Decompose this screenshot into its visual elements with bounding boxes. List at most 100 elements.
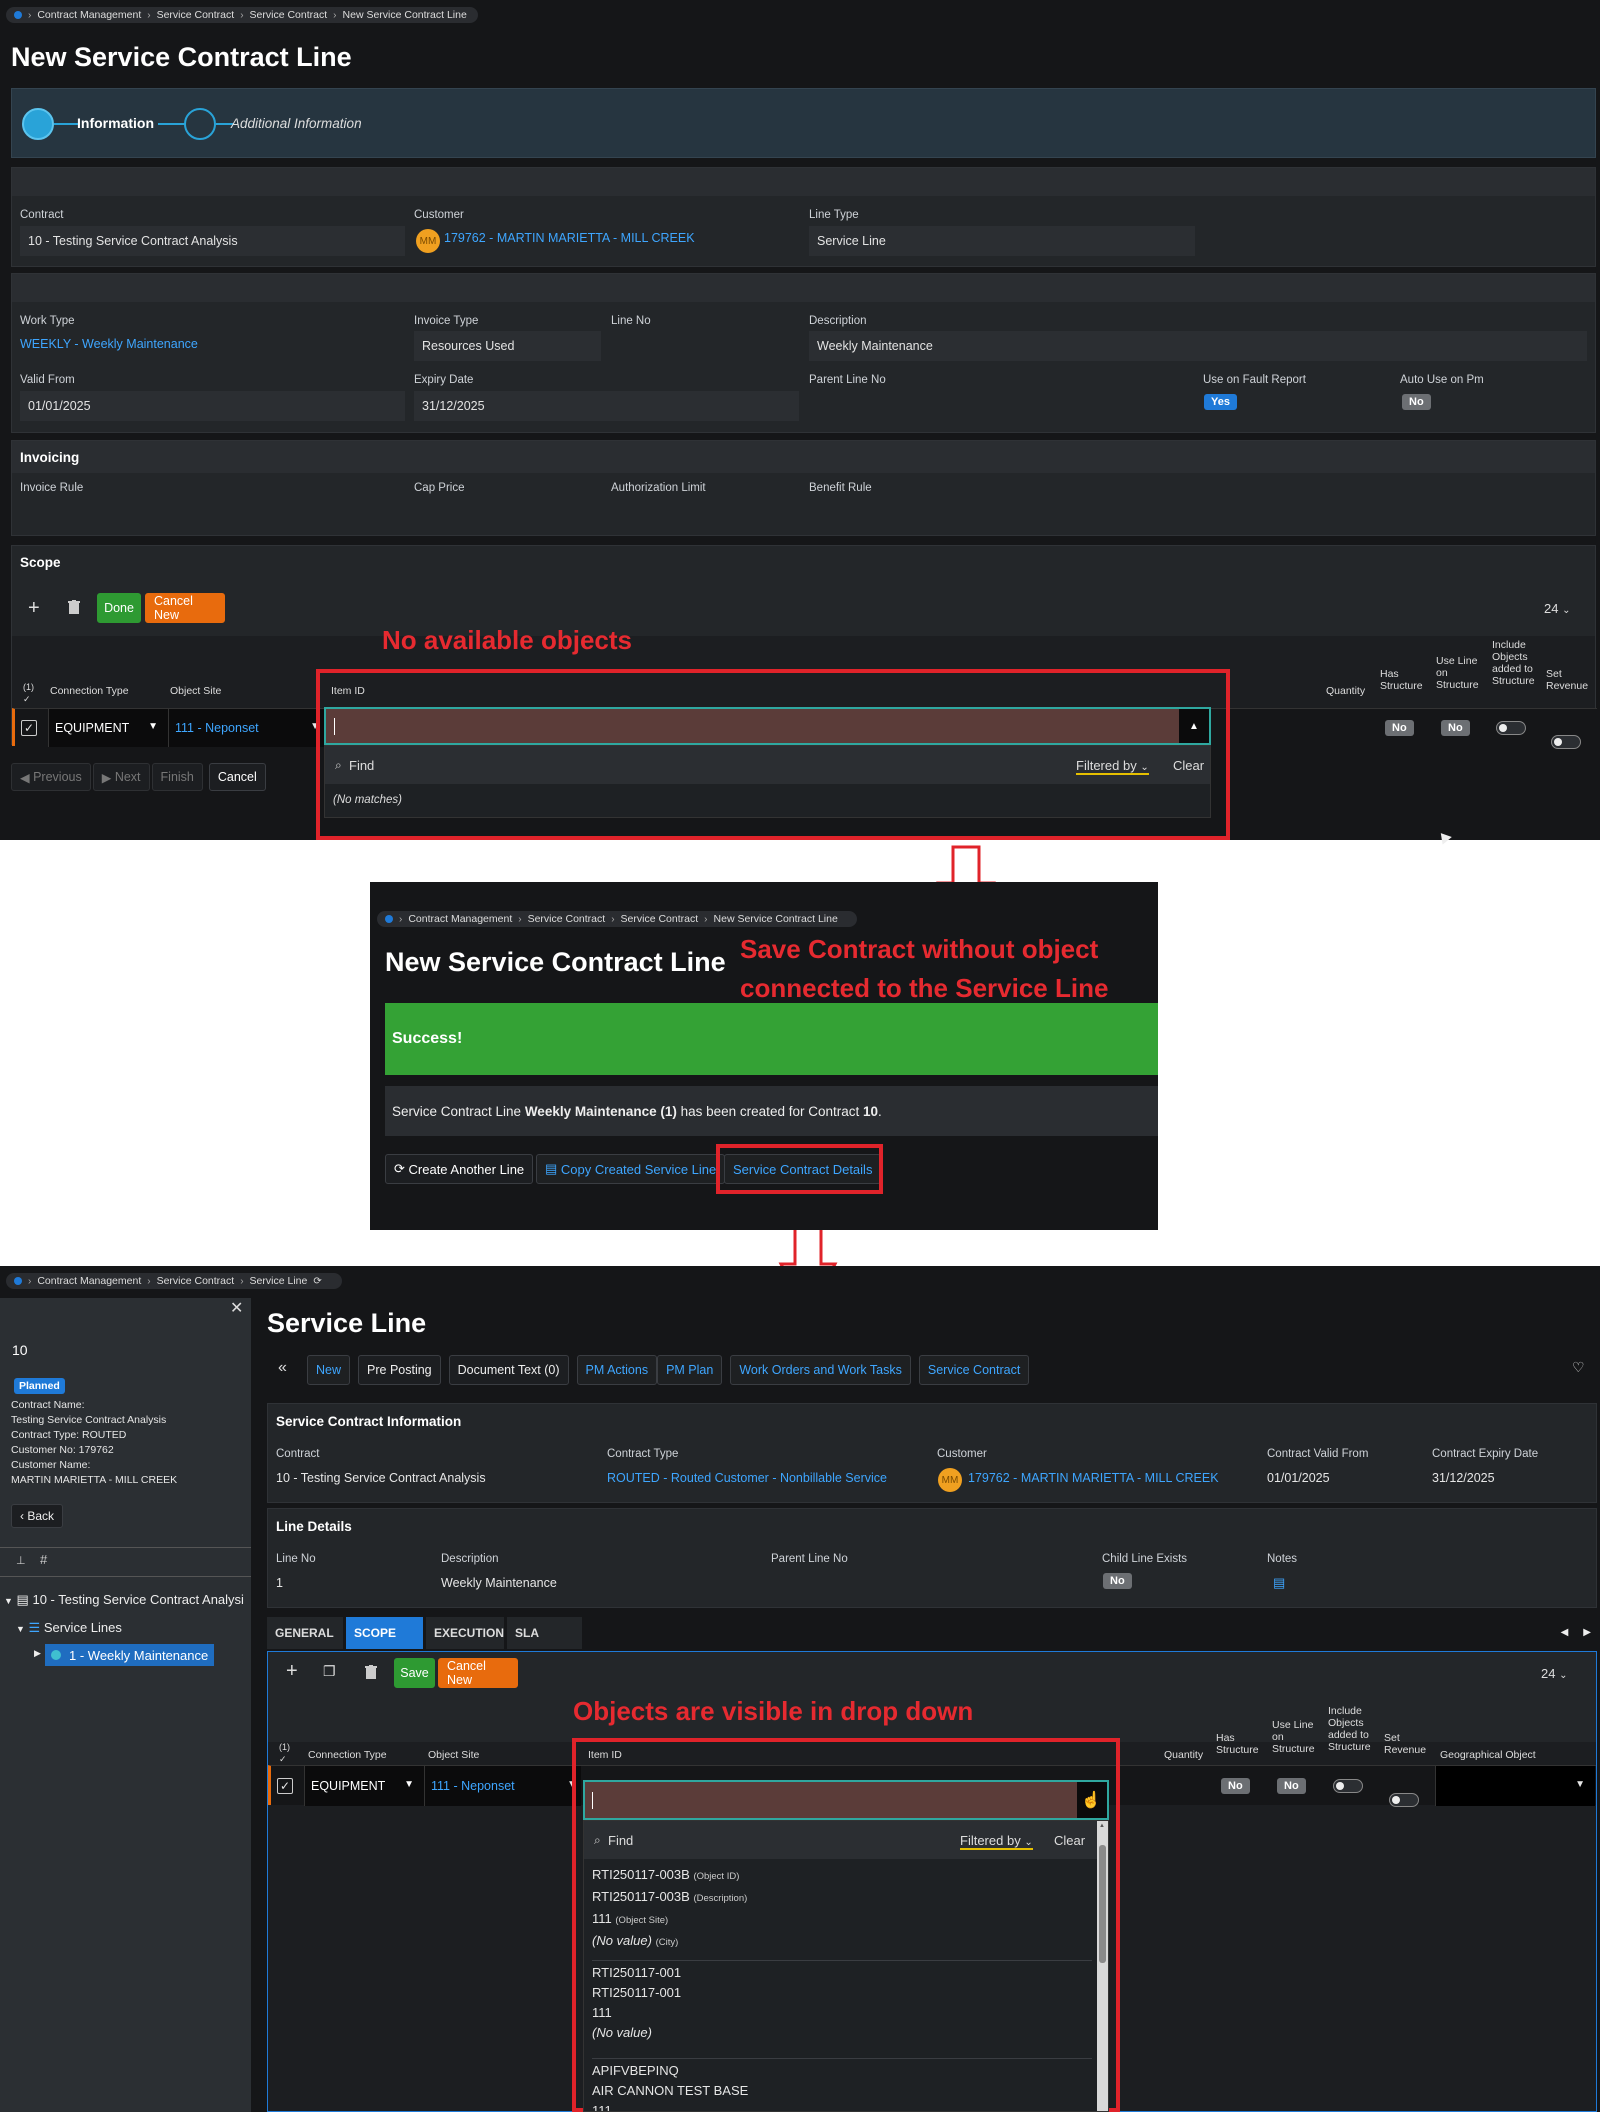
refresh-icon[interactable]: ⟳: [313, 1276, 321, 1287]
crumb[interactable]: Contract Management: [37, 9, 141, 21]
home-icon[interactable]: [14, 11, 22, 19]
step-1-label[interactable]: Information: [77, 115, 154, 131]
tab-execution[interactable]: EXECUTION: [426, 1617, 504, 1649]
finish-button[interactable]: Finish: [151, 763, 203, 791]
clear-button[interactable]: Clear: [1054, 1833, 1085, 1848]
crumb[interactable]: Contract Management: [408, 913, 512, 925]
copy-line-button[interactable]: ▤ Copy Created Service Line: [536, 1154, 726, 1184]
col-quantity[interactable]: Quantity: [1164, 1749, 1203, 1761]
duplicate-icon[interactable]: ❐: [323, 1663, 336, 1680]
cancel-new-button[interactable]: Cancel New: [438, 1658, 518, 1688]
delete-icon[interactable]: [68, 600, 80, 614]
cancel-button[interactable]: Cancel: [208, 763, 266, 791]
filtered-by-button[interactable]: Filtered by ⌄: [960, 1833, 1033, 1850]
step-2-circle[interactable]: [184, 108, 216, 140]
tree-item-selected[interactable]: 1 - Weekly Maintenance: [45, 1644, 215, 1666]
tab-general[interactable]: GENERAL: [267, 1617, 343, 1649]
auto-pm-badge[interactable]: No: [1402, 394, 1431, 410]
row-checkbox[interactable]: ✓: [21, 720, 37, 736]
crumb[interactable]: Contract Management: [37, 1275, 141, 1287]
add-icon[interactable]: +: [28, 597, 40, 620]
add-icon[interactable]: +: [286, 1660, 298, 1683]
previous-button[interactable]: ◀ Previous: [11, 763, 91, 791]
crumb[interactable]: Service Contract: [157, 1275, 235, 1287]
object-site-cell[interactable]: 111 - Neponset ▼: [424, 1766, 581, 1806]
include-objects-toggle[interactable]: [1333, 1779, 1363, 1793]
col-quantity[interactable]: Quantity: [1326, 685, 1365, 697]
col-has-structure[interactable]: Has Structure: [1380, 668, 1426, 692]
col-connection-type[interactable]: Connection Type: [50, 685, 129, 697]
scrollbar[interactable]: ▲: [1097, 1821, 1108, 2111]
crumb[interactable]: Service Contract: [157, 9, 235, 21]
geographical-object-cell[interactable]: ▼: [1435, 1766, 1595, 1806]
customer-link[interactable]: 179762 - MARTIN MARIETTA - MILL CREEK: [444, 231, 695, 245]
delete-icon[interactable]: [365, 1665, 377, 1679]
step-2-label[interactable]: Additional Information: [231, 116, 362, 131]
fault-report-badge[interactable]: Yes: [1204, 394, 1237, 410]
notes-icon[interactable]: ▤: [1273, 1575, 1285, 1591]
filtered-by-button[interactable]: Filtered by ⌄: [1076, 758, 1149, 775]
col-set-revenue[interactable]: Set Revenue: [1546, 668, 1590, 692]
item-id-input[interactable]: ☝: [583, 1780, 1109, 1820]
row-checkbox[interactable]: ✓: [277, 1778, 293, 1794]
col-connection-type[interactable]: Connection Type: [308, 1749, 387, 1761]
find-input[interactable]: Find: [349, 758, 374, 773]
set-revenue-toggle[interactable]: [1551, 735, 1581, 749]
tab-sla[interactable]: SLA: [507, 1617, 582, 1649]
pm-plan-button[interactable]: PM Plan: [657, 1355, 723, 1385]
customer-link[interactable]: 179762 - MARTIN MARIETTA - MILL CREEK: [968, 1471, 1219, 1485]
crumb[interactable]: Service Contract: [528, 913, 606, 925]
include-objects-toggle[interactable]: [1496, 721, 1526, 735]
caret-right-icon[interactable]: ▶: [34, 1648, 41, 1659]
option-item[interactable]: RTI250117-001 RTI250117-001 111 (No valu…: [592, 1963, 1092, 2059]
crumb[interactable]: Service Contract: [250, 9, 328, 21]
collapse-icon[interactable]: «: [278, 1359, 287, 1377]
crumb[interactable]: Service Contract: [621, 913, 699, 925]
clear-button[interactable]: Clear: [1173, 758, 1204, 773]
home-icon[interactable]: [14, 1277, 22, 1285]
close-icon[interactable]: ✕: [230, 1298, 243, 1318]
tree-service-lines[interactable]: ▼ ☰ Service Lines: [16, 1620, 122, 1636]
item-id-input[interactable]: ▲: [324, 707, 1211, 745]
hash-icon[interactable]: #: [40, 1552, 47, 1567]
valid-from-field[interactable]: 01/01/2025: [20, 391, 405, 421]
create-another-line-button[interactable]: ⟳ Create Another Line: [385, 1154, 534, 1184]
option-item[interactable]: RTI250117-003B (Object ID) RTI250117-003…: [592, 1865, 1092, 1961]
tab-scroll-right-icon[interactable]: ▶: [1577, 1617, 1597, 1649]
tab-scope[interactable]: SCOPE: [346, 1617, 423, 1649]
col-include-objects[interactable]: Include Objects added to Structure: [1492, 639, 1542, 687]
tree-root[interactable]: ▼ ▤ 10 - Testing Service Contract Analys…: [4, 1592, 244, 1608]
done-button[interactable]: Done: [97, 593, 141, 623]
service-contract-button[interactable]: Service Contract: [918, 1355, 1030, 1385]
next-button[interactable]: ▶ Next: [92, 763, 150, 791]
document-text-button[interactable]: Document Text (0): [448, 1355, 569, 1385]
connection-type-cell[interactable]: EQUIPMENT ▼: [48, 709, 168, 747]
col-geographical-object[interactable]: Geographical Object: [1440, 1749, 1536, 1761]
home-icon[interactable]: [385, 915, 393, 923]
col-include-objects[interactable]: Include Objects added to Structure: [1328, 1705, 1378, 1753]
back-button[interactable]: ‹ Back: [11, 1504, 64, 1528]
expiry-date-field[interactable]: 31/12/2025: [414, 391, 799, 421]
description-field[interactable]: Weekly Maintenance: [809, 331, 1587, 361]
pin-icon[interactable]: ⊥: [16, 1554, 26, 1567]
new-button[interactable]: New: [307, 1355, 351, 1385]
work-type-link[interactable]: WEEKLY - Weekly Maintenance: [20, 337, 198, 351]
favorite-heart-icon[interactable]: ♡: [1572, 1359, 1585, 1376]
col-use-line[interactable]: Use Line on Structure: [1272, 1719, 1320, 1755]
scrollbar-thumb[interactable]: [1099, 1845, 1106, 1963]
dropdown-toggle[interactable]: ▲: [1179, 709, 1209, 743]
contract-type-link[interactable]: ROUTED - Routed Customer - Nonbillable S…: [607, 1471, 887, 1485]
option-item[interactable]: APIFVBEPINQ AIR CANNON TEST BASE 111: [592, 2061, 1092, 2111]
connection-type-cell[interactable]: EQUIPMENT ▼: [304, 1766, 424, 1806]
page-size-select[interactable]: 24 ⌄: [1544, 601, 1570, 616]
work-orders-button[interactable]: Work Orders and Work Tasks: [730, 1355, 911, 1385]
cancel-new-button[interactable]: Cancel New: [145, 593, 225, 623]
object-site-cell[interactable]: 111 - Neponset ▼: [168, 709, 324, 747]
pm-actions-button[interactable]: PM Actions: [576, 1355, 658, 1385]
find-input[interactable]: Find: [608, 1833, 633, 1848]
pre-posting-button[interactable]: Pre Posting: [358, 1355, 441, 1385]
col-has-structure[interactable]: Has Structure: [1216, 1732, 1262, 1756]
col-object-site[interactable]: Object Site: [170, 685, 221, 697]
page-size-select[interactable]: 24 ⌄: [1541, 1666, 1567, 1681]
tab-scroll-left-icon[interactable]: ◀: [1555, 1617, 1575, 1649]
